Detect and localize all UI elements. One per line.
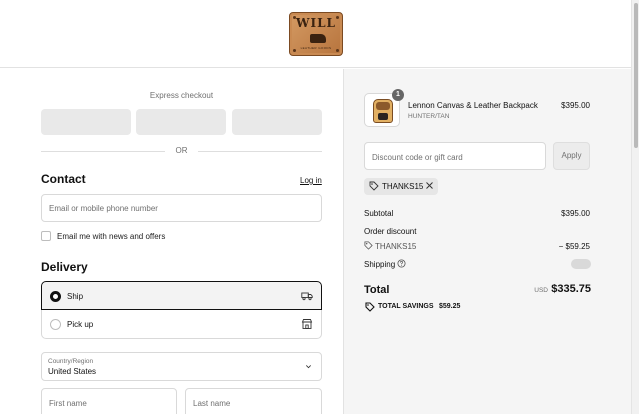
express-pay-button-3[interactable]: [232, 109, 322, 135]
last-name-placeholder: Last name: [193, 399, 231, 408]
rivet-icon: [293, 49, 296, 52]
store-icon: [301, 319, 313, 329]
discount-code-input[interactable]: Discount code or gift card: [364, 142, 546, 170]
product-name: Lennon Canvas & Leather Backpack: [408, 101, 538, 110]
divider-line: [198, 151, 322, 152]
tag-icon: [364, 241, 373, 250]
savings-label: TOTAL SAVINGS: [378, 303, 434, 310]
tag-icon: [369, 181, 379, 191]
total-value: $335.75: [551, 283, 591, 295]
backpack-flap: [376, 102, 390, 110]
cow-icon: [310, 34, 326, 43]
currency-code: USD: [534, 287, 548, 294]
product-price: $395.00: [561, 101, 590, 110]
email-field[interactable]: Email or mobile phone number: [41, 194, 322, 222]
logo-subtitle: LEATHER GOODS: [300, 46, 332, 50]
newsletter-checkbox[interactable]: [41, 231, 51, 241]
header: WILL LEATHER GOODS: [0, 0, 631, 68]
discount-value: − $59.25: [558, 242, 590, 251]
last-name-field[interactable]: Last name: [185, 388, 322, 414]
country-value: United States: [48, 367, 97, 376]
ship-option[interactable]: Ship: [41, 281, 322, 310]
applied-code-label: THANKS15: [382, 182, 424, 191]
total-label: Total: [364, 284, 390, 296]
ship-radio[interactable]: [50, 291, 61, 302]
first-name-field[interactable]: First name: [41, 388, 177, 414]
tag-icon: [365, 302, 375, 312]
newsletter-label: Email me with news and offers: [57, 232, 166, 241]
express-pay-button-2[interactable]: [136, 109, 226, 135]
close-icon[interactable]: [425, 181, 434, 190]
apply-button[interactable]: Apply: [553, 142, 590, 170]
first-name-placeholder: First name: [49, 399, 87, 408]
country-label: Country/Region: [48, 358, 94, 365]
delivery-heading: Delivery: [41, 260, 88, 274]
contact-heading: Contact: [41, 172, 86, 186]
pickup-radio[interactable]: [50, 319, 61, 330]
help-icon[interactable]: [397, 259, 406, 268]
pickup-option[interactable]: Pick up: [41, 310, 322, 339]
savings-value: $59.25: [439, 303, 461, 310]
order-discount-label: Order discount: [364, 227, 417, 236]
rivet-icon: [336, 49, 339, 52]
login-link[interactable]: Log in: [300, 176, 322, 185]
truck-icon: [301, 292, 313, 301]
shipping-label: Shipping: [364, 260, 396, 269]
page-scrollbar[interactable]: [631, 0, 639, 414]
subtotal-value: $395.00: [561, 209, 590, 218]
quantity-badge: 1: [392, 89, 404, 101]
express-pay-button-1[interactable]: [41, 109, 131, 135]
rivet-icon: [336, 16, 339, 19]
email-placeholder: Email or mobile phone number: [49, 204, 158, 213]
subtotal-label: Subtotal: [364, 209, 394, 218]
scrollbar-thumb[interactable]: [634, 3, 638, 148]
rivet-icon: [293, 16, 296, 19]
country-select[interactable]: Country/Region United States: [41, 352, 322, 381]
ship-label: Ship: [67, 292, 84, 301]
backpack-pocket: [378, 113, 388, 120]
logo-brand: WILL: [296, 16, 336, 30]
store-logo[interactable]: WILL LEATHER GOODS: [289, 12, 343, 56]
applied-discount-tag: THANKS15: [364, 178, 438, 195]
shipping-placeholder: [571, 259, 591, 269]
discount-placeholder: Discount code or gift card: [372, 153, 463, 162]
discount-code-label: THANKS15: [375, 242, 417, 251]
product-variant: HUNTER/TAN: [408, 113, 450, 120]
express-checkout-label: Express checkout: [149, 91, 214, 100]
backpack-image: [373, 99, 393, 123]
or-divider: OR: [41, 146, 322, 156]
delivery-method-group: Ship Pick up: [41, 281, 322, 339]
chevron-down-icon: [306, 365, 311, 369]
pickup-label: Pick up: [67, 320, 94, 329]
